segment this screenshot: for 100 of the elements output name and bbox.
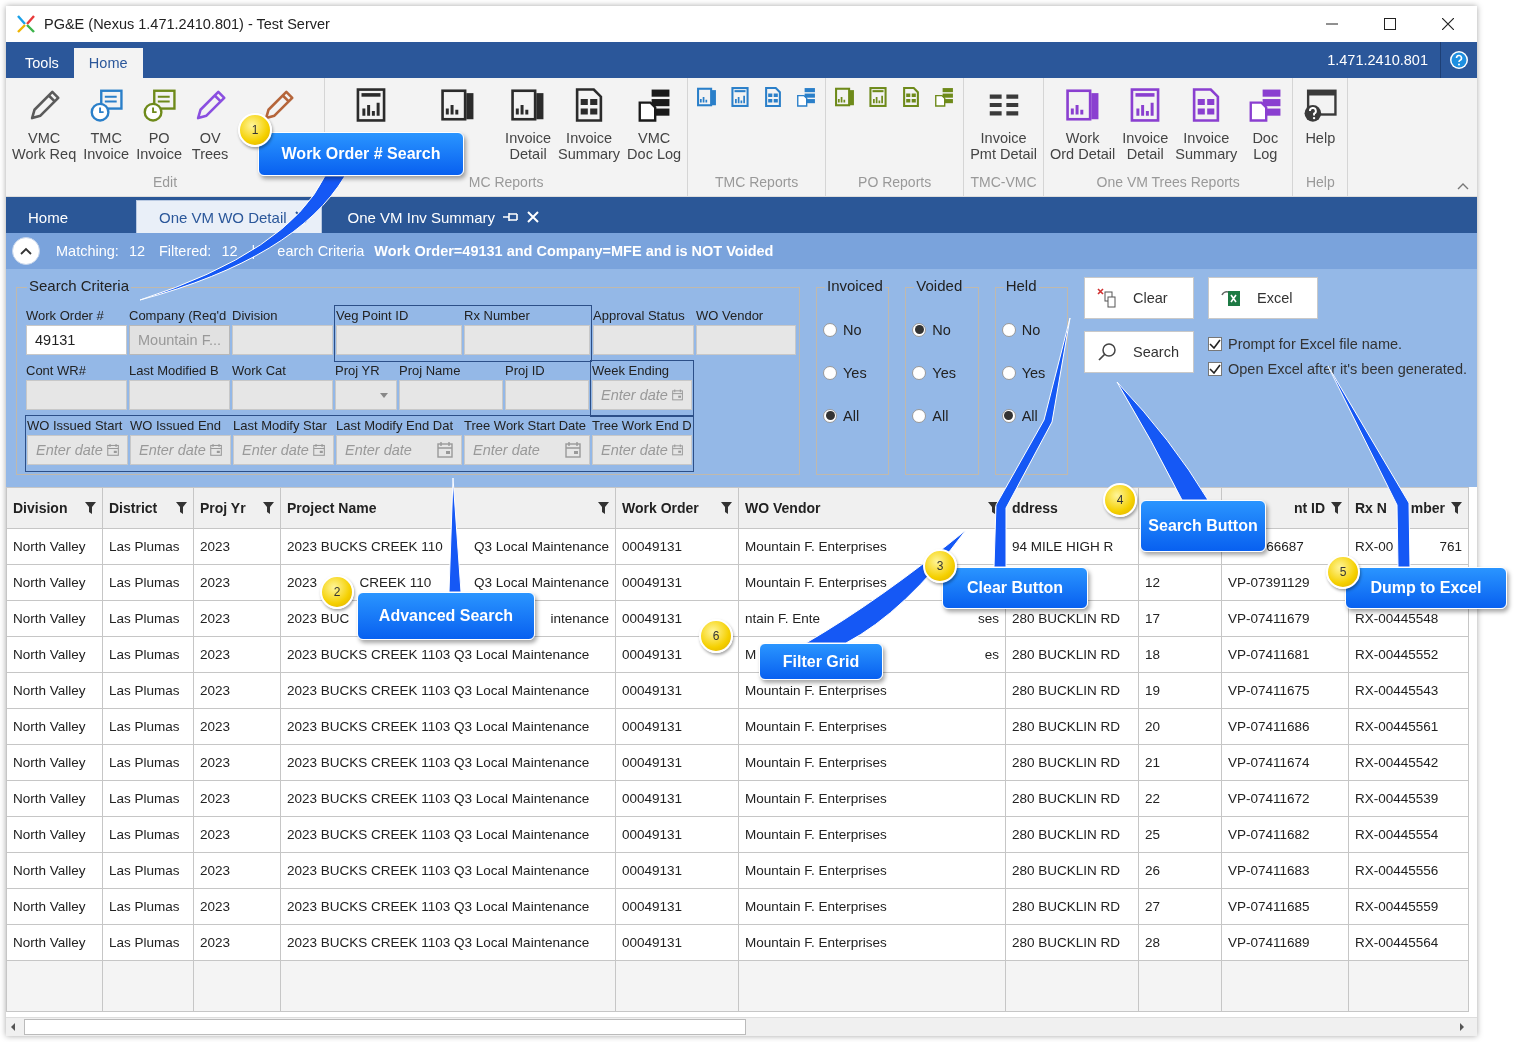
radio-button[interactable] <box>912 408 927 423</box>
text-field[interactable] <box>593 325 694 355</box>
calendar-icon[interactable] <box>209 442 222 458</box>
text-field[interactable] <box>464 325 590 355</box>
calendar-icon[interactable] <box>565 442 581 458</box>
collapse-button[interactable] <box>12 237 40 265</box>
ribbon-tab[interactable]: Home <box>73 48 143 78</box>
radio-option[interactable]: Yes <box>1001 351 1062 394</box>
table-cell-text: 280 BUCKLIN RD <box>1012 683 1121 698</box>
checkbox[interactable] <box>1208 361 1223 376</box>
radio-option[interactable]: Yes <box>912 351 972 394</box>
search-button[interactable]: Search <box>1084 331 1195 373</box>
calendar-icon[interactable] <box>671 387 683 403</box>
text-field[interactable] <box>26 380 127 410</box>
filter-icon[interactable] <box>721 502 732 514</box>
radio-button[interactable] <box>823 322 837 337</box>
calendar-icon[interactable] <box>312 442 325 458</box>
filter-icon[interactable] <box>1451 502 1462 514</box>
table-cell-text: North Valley <box>13 647 86 662</box>
ribbon-button[interactable]: Invoice Detail <box>502 86 555 162</box>
text-field[interactable] <box>232 325 333 355</box>
ribbon-button[interactable]: Doc Log <box>1241 86 1290 162</box>
radio-label: Yes <box>1021 364 1046 381</box>
calendar-icon[interactable] <box>106 442 119 458</box>
table-cell-text: RX-00445561 <box>1355 719 1439 734</box>
chevron-up-icon[interactable] <box>20 247 32 255</box>
text-field[interactable] <box>696 325 796 355</box>
ribbon-button[interactable]: Invoice Pmt Detail <box>967 86 1040 162</box>
table-cell-text: 280 BUCKLIN RD <box>1012 899 1121 914</box>
pin-icon[interactable] <box>503 211 520 223</box>
checkbox[interactable] <box>1208 336 1223 351</box>
radio-option[interactable]: All <box>1001 394 1062 437</box>
ribbon-button[interactable]: OV Trees <box>186 86 235 162</box>
table-cell-text: North Valley <box>13 899 86 914</box>
text-field[interactable]: 49131 <box>26 325 127 355</box>
radio-label: Yes <box>843 364 867 381</box>
ribbon-button[interactable]: VMC Work Req <box>9 86 80 162</box>
radio-button[interactable] <box>823 408 837 423</box>
text-field[interactable] <box>505 380 589 410</box>
clear-button[interactable]: Clear <box>1084 277 1195 319</box>
ribbon-button[interactable]: Help <box>1296 86 1345 146</box>
checkbox-label: Open Excel after it's been generated. <box>1228 360 1467 377</box>
radio-button[interactable] <box>1001 322 1016 337</box>
table-cell-text: Las Plumas <box>109 827 180 842</box>
table-cell-text: VP-07411681 <box>1228 647 1310 662</box>
calendar-icon[interactable] <box>437 442 453 458</box>
text-field[interactable] <box>129 380 230 410</box>
table-cell-text: 2023 BUCKS CREEK 110 <box>287 539 443 554</box>
ribbon-button[interactable]: TMC Invoice <box>80 86 133 162</box>
filter-icon[interactable] <box>598 502 609 514</box>
radio-button[interactable] <box>823 365 837 380</box>
ribbon-button[interactable]: Invoice Summary <box>555 86 624 162</box>
collapse-ribbon-icon[interactable] <box>1457 183 1469 190</box>
radio-button[interactable] <box>1001 365 1016 380</box>
document-tab[interactable]: Home <box>6 201 82 233</box>
field-label: Tree Work End D <box>592 417 692 435</box>
scrollbar-thumb[interactable] <box>24 1019 746 1035</box>
checkbox-option[interactable]: Prompt for Excel file name. <box>1208 331 1467 356</box>
radio-option[interactable]: All <box>823 394 883 437</box>
radio-option[interactable]: No <box>1001 308 1062 351</box>
close-icon[interactable] <box>1442 18 1454 30</box>
radio-button[interactable] <box>1001 408 1016 423</box>
ribbon-button[interactable]: VMC Doc Log <box>624 86 685 162</box>
text-field[interactable] <box>399 380 503 410</box>
text-field[interactable] <box>232 380 333 410</box>
radio-option[interactable]: No <box>912 308 972 351</box>
ribbon-tab[interactable]: Tools <box>10 48 74 78</box>
table-cell-text: Las Plumas <box>109 611 180 626</box>
callout-label: Dump to Excel <box>1345 567 1507 609</box>
filter-icon[interactable] <box>1331 502 1342 514</box>
text-field[interactable] <box>336 325 462 355</box>
calendar-icon[interactable] <box>671 442 683 458</box>
help-icon[interactable] <box>1449 50 1469 70</box>
dropdown-field[interactable] <box>335 380 397 410</box>
filtered-count: 12 <box>221 243 238 259</box>
table-cell-text: Q3 Local Maintenance <box>473 575 609 590</box>
ribbon-button[interactable]: Invoice Summary <box>1172 86 1241 162</box>
filter-icon[interactable] <box>176 502 187 514</box>
table-cell-text: 00049131 <box>622 827 683 842</box>
filter-icon[interactable] <box>263 502 274 514</box>
ribbon-button[interactable]: PO Invoice <box>133 86 186 162</box>
excel-button[interactable]: Excel <box>1208 277 1319 319</box>
checkbox-option[interactable]: Open Excel after it's been generated. <box>1208 356 1467 381</box>
radio-option[interactable]: Yes <box>823 351 883 394</box>
table-cell-text: North Valley <box>13 539 86 554</box>
filter-icon[interactable] <box>85 502 96 514</box>
radio-option[interactable]: All <box>912 394 972 437</box>
table-cell-text: Las Plumas <box>109 935 180 950</box>
ribbon-button[interactable]: Invoice Detail <box>1119 86 1172 162</box>
radio-label: All <box>843 407 860 424</box>
table-cell-text: Las Plumas <box>109 575 180 590</box>
table-cell-text: 280 BUCKLIN RD <box>1012 935 1121 950</box>
maximize-icon[interactable] <box>1384 18 1396 30</box>
radio-button[interactable] <box>912 365 927 380</box>
radio-option[interactable]: No <box>823 308 883 351</box>
column-header: WO Vendor <box>745 500 822 516</box>
document-tab[interactable]: One VM Inv Summary <box>325 201 554 233</box>
radio-button[interactable] <box>912 322 927 337</box>
document-tab[interactable]: One VM WO Detail <box>136 200 322 233</box>
ribbon-button[interactable]: Work Ord Detail <box>1047 86 1119 162</box>
